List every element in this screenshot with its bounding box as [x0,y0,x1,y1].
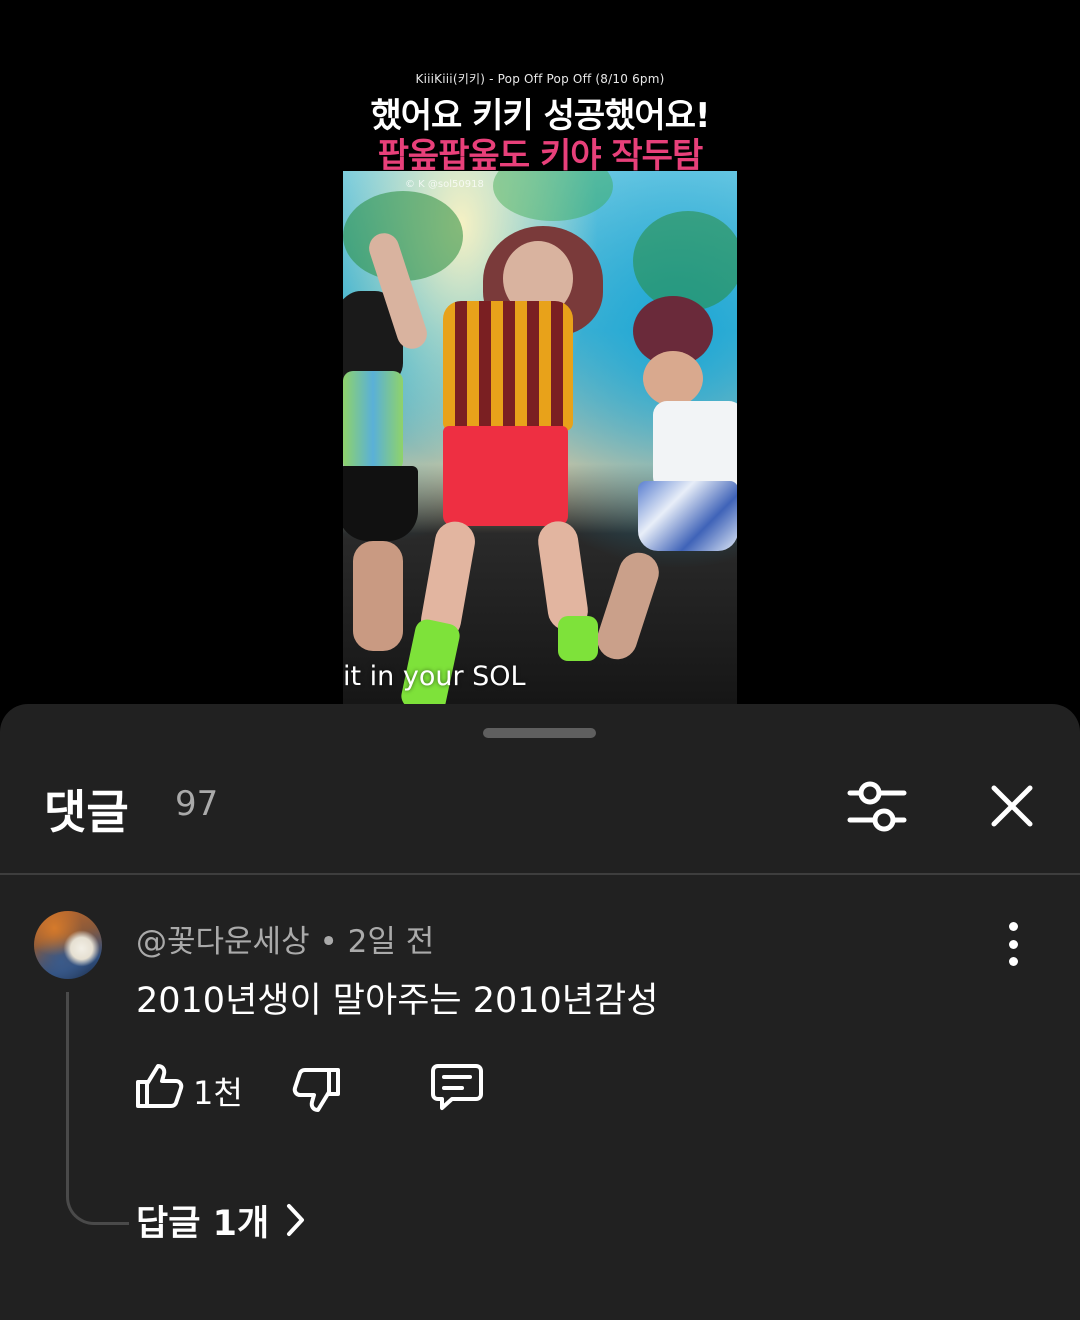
video-frame[interactable]: it in your SOL © K @sol50918 [343,171,737,704]
chevron-right-icon [287,1204,305,1236]
avatar[interactable] [34,911,102,979]
like-count: 1천 [193,1074,243,1112]
comment-meta: @꽃다운세상 • 2일 전 [136,916,434,961]
video-subtitle: it in your SOL [343,661,526,692]
dislike-button[interactable] [292,1066,342,1114]
dancer-shorts [443,426,568,526]
dancer-top [343,371,403,471]
drag-handle[interactable] [483,728,596,738]
dancer-legs [353,541,403,651]
more-vertical-icon [1008,922,1018,931]
meta-separator: • [319,924,338,960]
thumbs-down-icon [292,1068,340,1112]
sliders-icon [847,781,907,832]
palm-leaf-decor [633,211,737,311]
thread-line [66,992,129,1225]
video-title-line2: 팝옾팝옾도 키야 작두탐 [377,136,703,176]
more-vertical-icon [1008,957,1018,966]
video-caption: KiiiKiii(키키) - Pop Off Pop Off (8/10 6pm… [415,72,665,86]
video-watermark: © K @sol50918 [405,179,484,190]
dancer-skirt [638,481,737,551]
dancer-sock-right [558,616,598,661]
dancer-face [643,351,703,406]
dancer-skirt [343,466,418,541]
comment-more-button[interactable] [995,922,1031,966]
dancer-striped-top [443,301,573,431]
comment-text: 2010년생이 말아주는 2010년감성 [136,981,659,1021]
reply-button[interactable] [430,1062,484,1112]
close-button[interactable] [982,776,1042,836]
video-player[interactable]: KiiiKiii(키키) - Pop Off Pop Off (8/10 6pm… [0,0,1080,704]
thumbs-up-icon [136,1064,184,1108]
comments-sheet: 댓글 97 @꽃다운세상 • 2일 전 2010년생이 말아주는 2010년감성 [0,704,1080,1320]
replies-label: 답글 1개 [136,1203,270,1244]
comment-time: 2일 전 [347,924,435,960]
comment-author[interactable]: @꽃다운세상 [136,924,310,960]
comment-icon [431,1064,483,1110]
comments-count: 97 [175,784,219,824]
dancer-top [653,401,737,491]
header-divider [0,873,1080,875]
view-replies-button[interactable]: 답글 1개 [136,1196,307,1244]
like-button[interactable] [134,1062,184,1110]
palm-leaf-decor [493,171,613,221]
sort-filter-button[interactable] [844,776,910,836]
more-vertical-icon [1008,939,1018,949]
dancer-legs [591,547,665,665]
comments-title: 댓글 [44,785,129,839]
close-icon [991,785,1033,827]
